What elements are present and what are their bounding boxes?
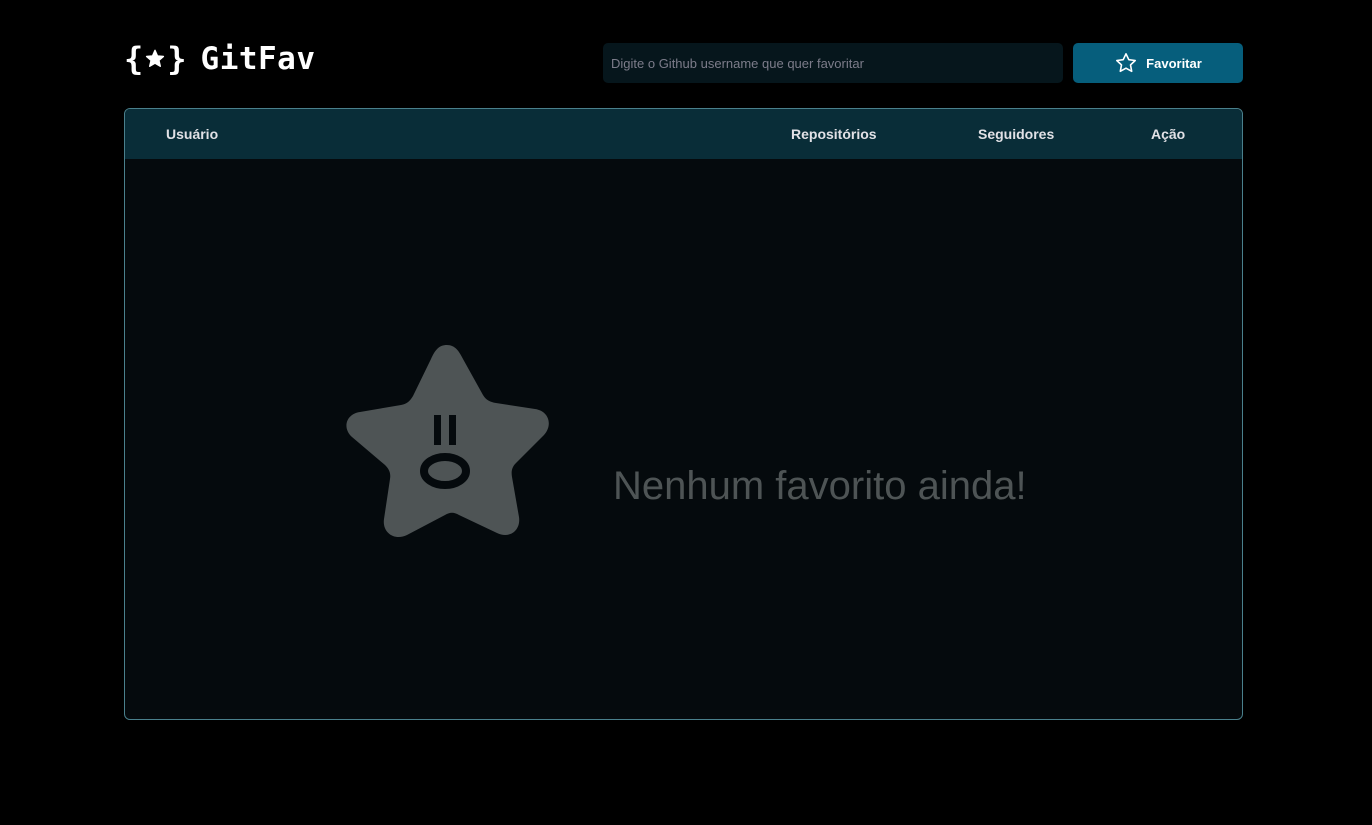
favorites-table: Usuário Repositórios Seguidores Ação Nen… (124, 108, 1243, 720)
column-header-user: Usuário (166, 126, 219, 142)
empty-state: Nenhum favorito ainda! (125, 159, 1242, 719)
logo[interactable]: { } GitFav (124, 40, 316, 78)
column-header-repositories: Repositórios (791, 126, 877, 142)
logo-text: GitFav (200, 41, 316, 77)
app-header: { } GitFav Favoritar (124, 40, 1243, 86)
star-outline-icon (1116, 53, 1137, 73)
column-header-followers: Seguidores (978, 126, 1055, 142)
favorite-button-label: Favoritar (1146, 55, 1202, 71)
table-header: Usuário Repositórios Seguidores Ação (125, 109, 1242, 159)
search-input[interactable] (603, 43, 1063, 83)
column-header-action: Ação (1151, 126, 1186, 142)
star-in-braces-icon: { } (124, 40, 187, 78)
surprised-star-icon (346, 345, 549, 538)
favorite-button[interactable]: Favoritar (1073, 43, 1243, 83)
empty-state-message: Nenhum favorito ainda! (613, 464, 1027, 508)
page: { } GitFav Favoritar Usuário Repositório… (0, 0, 1372, 825)
